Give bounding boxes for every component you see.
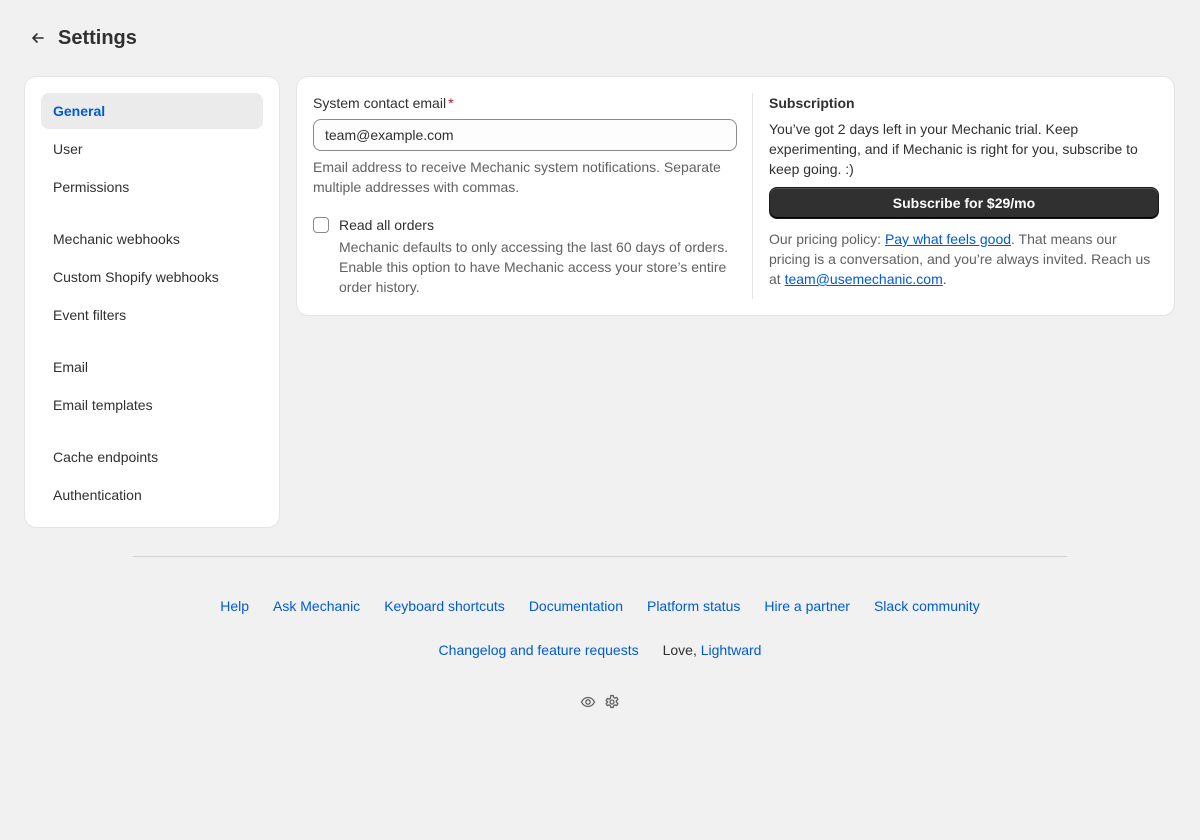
footer-link-ask-mechanic[interactable]: Ask Mechanic	[273, 598, 360, 614]
sidebar-item-event-filters[interactable]: Event filters	[41, 297, 263, 333]
sidebar-item-permissions[interactable]: Permissions	[41, 169, 263, 205]
sidebar-item-email-templates[interactable]: Email templates	[41, 387, 263, 423]
eye-icon[interactable]	[580, 694, 596, 710]
sidebar-item-mechanic-webhooks[interactable]: Mechanic webhooks	[41, 221, 263, 257]
general-settings-card: System contact email* Email address to r…	[296, 76, 1175, 316]
sidebar-item-custom-shopify-webhooks[interactable]: Custom Shopify webhooks	[41, 259, 263, 295]
settings-sidebar: General User Permissions Mechanic webhoo…	[24, 76, 280, 528]
read-all-orders-row: Read all orders	[313, 217, 736, 233]
footer-link-lightward[interactable]: Lightward	[701, 642, 762, 658]
email-help-text: Email address to receive Mechanic system…	[313, 159, 721, 195]
love-credit: Love, Lightward	[663, 642, 762, 658]
footer-link-slack-community[interactable]: Slack community	[874, 598, 980, 614]
system-contact-email-input[interactable]	[313, 119, 737, 151]
email-label-text: System contact email	[313, 95, 447, 111]
subscription-column: Subscription You’ve got 2 days left in y…	[753, 77, 1175, 315]
sidebar-item-authentication[interactable]: Authentication	[41, 477, 263, 513]
page-title: Settings	[58, 26, 137, 49]
pricing-policy-text: Our pricing policy: Pay what feels good.…	[769, 229, 1159, 289]
read-all-orders-help: Mechanic defaults to only accessing the …	[339, 239, 729, 295]
trial-status-text: You’ve got 2 days left in your Mechanic …	[769, 121, 1138, 177]
footer-links: Help Ask Mechanic Keyboard shortcuts Doc…	[0, 598, 1200, 614]
footer-link-keyboard-shortcuts[interactable]: Keyboard shortcuts	[384, 598, 505, 614]
subscription-title: Subscription	[769, 95, 855, 111]
footer-link-help[interactable]: Help	[220, 598, 249, 614]
sidebar-item-cache-endpoints[interactable]: Cache endpoints	[41, 439, 263, 475]
sidebar-item-user[interactable]: User	[41, 131, 263, 167]
email-field-label: System contact email *	[313, 93, 736, 113]
footer-link-hire-a-partner[interactable]: Hire a partner	[764, 598, 850, 614]
love-prefix: Love,	[662, 642, 701, 658]
footer-link-changelog[interactable]: Changelog and feature requests	[439, 642, 639, 658]
footer-link-documentation[interactable]: Documentation	[529, 598, 623, 614]
required-mark: *	[448, 95, 454, 111]
contact-settings-column: System contact email* Email address to r…	[297, 93, 753, 299]
read-all-orders-checkbox[interactable]	[313, 217, 329, 233]
arrow-left-icon[interactable]	[28, 28, 48, 48]
policy-suffix: .	[942, 271, 947, 287]
footer-divider	[133, 556, 1067, 557]
footer-link-platform-status[interactable]: Platform status	[647, 598, 740, 614]
subscribe-button[interactable]: Subscribe for $29/mo	[769, 187, 1159, 219]
footer-secondary: Changelog and feature requests Love, Lig…	[0, 642, 1200, 658]
read-all-orders-label[interactable]: Read all orders	[339, 217, 434, 233]
sidebar-item-email[interactable]: Email	[41, 349, 263, 385]
footer-icons	[0, 694, 1200, 710]
page-header: Settings	[28, 24, 137, 52]
pay-what-feels-good-link[interactable]: Pay what feels good	[885, 231, 1011, 247]
policy-prefix: Our pricing policy:	[769, 231, 885, 247]
gear-icon[interactable]	[604, 694, 620, 710]
sidebar-item-general[interactable]: General	[41, 93, 263, 129]
contact-email-link[interactable]: team@usemechanic.com	[785, 271, 943, 287]
